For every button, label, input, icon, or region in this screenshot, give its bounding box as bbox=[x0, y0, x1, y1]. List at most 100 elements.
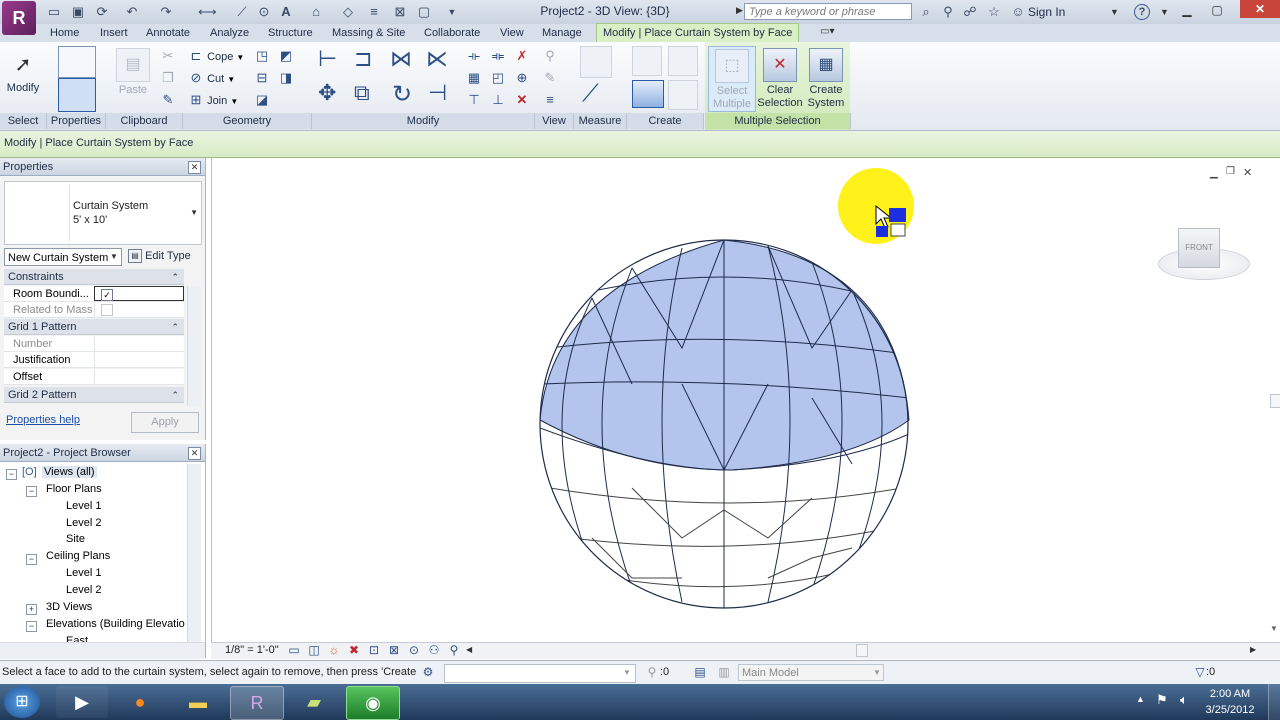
wall-joins-icon[interactable]: ◳ bbox=[254, 48, 270, 64]
tab-view[interactable]: View bbox=[494, 24, 530, 42]
viewport-restore-icon[interactable]: ❐ bbox=[1226, 166, 1235, 177]
tag-icon[interactable]: ⊙ bbox=[256, 4, 272, 20]
offset-icon[interactable]: ⊐ bbox=[354, 46, 372, 72]
sun-path-icon[interactable]: ☼ bbox=[326, 642, 342, 658]
explorer-folder-icon[interactable]: ▬ bbox=[172, 686, 224, 718]
copy-element-icon[interactable]: ⧉ bbox=[354, 80, 370, 106]
cut-geometry-button[interactable]: ⊘ Cut ▼ bbox=[188, 70, 236, 86]
properties-close-icon[interactable]: ✕ bbox=[188, 161, 201, 174]
offset-value[interactable] bbox=[94, 369, 185, 384]
signin-dropdown-icon[interactable]: ▼ bbox=[1110, 7, 1119, 17]
communication-icon[interactable]: ☍ bbox=[962, 4, 978, 20]
app-menu-button[interactable]: R bbox=[2, 1, 36, 35]
viewport-vscroll-thumb[interactable] bbox=[1270, 394, 1280, 408]
switch-windows-icon[interactable]: ▢ bbox=[416, 4, 432, 20]
measure-icon[interactable]: ⟷ bbox=[198, 4, 217, 20]
revit-taskbar-icon[interactable]: R bbox=[230, 686, 284, 720]
panel-label-view[interactable]: View bbox=[535, 113, 574, 129]
view-controls-scroll-right-icon[interactable]: ▶ bbox=[1250, 645, 1256, 654]
create-parts-icon[interactable] bbox=[668, 46, 698, 76]
aligned-dimension-icon[interactable]: ⟋ bbox=[582, 80, 599, 108]
create-group-icon[interactable] bbox=[632, 80, 664, 108]
user-icon[interactable]: ☺ bbox=[1010, 4, 1026, 20]
3dviews-expand-icon[interactable]: + bbox=[26, 604, 37, 615]
design-options-icon[interactable]: ▥ bbox=[716, 664, 732, 680]
view-scale[interactable]: 1/8" = 1'-0" bbox=[225, 644, 279, 656]
create-assembly-icon[interactable] bbox=[632, 46, 662, 76]
tree-item-east[interactable]: East bbox=[66, 635, 88, 642]
crop-view-icon[interactable]: ⊡ bbox=[366, 642, 382, 658]
panel-label-geometry[interactable]: Geometry bbox=[183, 113, 312, 129]
notes-icon[interactable]: ▰ bbox=[288, 686, 340, 718]
subscription-icon[interactable]: ⚲ bbox=[940, 4, 956, 20]
tab-annotate[interactable]: Annotate bbox=[140, 24, 196, 42]
close-icon[interactable]: ✕ bbox=[1240, 0, 1280, 18]
3d-view-icon[interactable]: ⌂ bbox=[308, 4, 324, 20]
tree-item-ceiling-level-2[interactable]: Level 2 bbox=[66, 584, 101, 596]
scale-icon[interactable]: ◰ bbox=[490, 70, 506, 86]
array-icon[interactable]: ▦ bbox=[466, 70, 482, 86]
panel-label-properties[interactable]: Properties bbox=[47, 113, 106, 129]
instance-filter-select[interactable]: New Curtain System bbox=[4, 248, 122, 266]
views-collapse-icon[interactable]: − bbox=[6, 469, 17, 480]
tab-analyze[interactable]: Analyze bbox=[204, 24, 255, 42]
help-dropdown-icon[interactable]: ▼ bbox=[1160, 7, 1169, 17]
mirror-draw-icon[interactable]: ⋉ bbox=[426, 46, 448, 72]
split-gap-icon[interactable]: ⟚ bbox=[490, 48, 506, 64]
close-hidden-icon[interactable]: ⊠ bbox=[392, 4, 408, 20]
thin-lines-icon[interactable]: ≡ bbox=[366, 4, 382, 20]
active-workset-select[interactable] bbox=[444, 664, 636, 683]
type-dropdown-icon[interactable]: ▼ bbox=[190, 208, 198, 217]
modify-button[interactable]: ➚ Modify bbox=[4, 48, 42, 95]
prop-row-number[interactable]: Number bbox=[4, 336, 184, 352]
split-face-icon[interactable]: ⊟ bbox=[254, 70, 270, 86]
section-icon[interactable]: ◇ bbox=[340, 4, 356, 20]
detail-level-icon[interactable]: ▭ bbox=[286, 642, 302, 658]
view-controls-scroll-left-icon[interactable]: ◀ bbox=[466, 645, 472, 654]
tree-item-views-all[interactable]: Views (all) bbox=[42, 466, 97, 478]
edit-type-button[interactable]: ▤ Edit Type bbox=[128, 249, 191, 263]
clock-date[interactable]: 3/25/2012 bbox=[1204, 704, 1256, 716]
paste-button[interactable]: ▤ Paste bbox=[114, 48, 152, 97]
worksets-icon[interactable]: ⚙ bbox=[420, 664, 436, 680]
help-icon[interactable]: ? bbox=[1134, 4, 1150, 20]
prop-row-room-bounding[interactable]: Room Boundi... ✓ bbox=[4, 286, 184, 302]
tab-massing-site[interactable]: Massing & Site bbox=[326, 24, 411, 42]
room-bounding-checkbox[interactable]: ✓ bbox=[101, 289, 113, 301]
linework-icon[interactable]: ≡ bbox=[542, 92, 558, 108]
panel-label-modify[interactable]: Modify bbox=[312, 113, 535, 129]
number-value[interactable] bbox=[94, 336, 185, 351]
pin-icon[interactable]: ⊕ bbox=[514, 70, 530, 86]
prop-row-justification[interactable]: Justification bbox=[4, 352, 184, 368]
room-bounding-value[interactable]: ✓ bbox=[94, 286, 184, 301]
select-multiple-button[interactable]: ⬚ Select Multiple bbox=[708, 46, 756, 112]
save-icon[interactable]: ▣ bbox=[70, 4, 86, 20]
properties-scrollbar[interactable] bbox=[187, 286, 201, 406]
3d-viewport[interactable]: ▁ ❐ ✕ FRONT ▼ bbox=[211, 158, 1280, 642]
rotate-icon[interactable]: ↻ bbox=[392, 80, 412, 109]
instance-dropdown-icon[interactable]: ▼ bbox=[110, 252, 118, 261]
dimension-icon[interactable]: ⟋ bbox=[234, 4, 250, 20]
design-option-select[interactable]: Main Model bbox=[738, 664, 884, 681]
maximize-icon[interactable]: ▢ bbox=[1206, 2, 1228, 18]
create-similar-icon[interactable] bbox=[668, 80, 698, 110]
measure-distance-icon[interactable] bbox=[580, 46, 612, 78]
favorites-star-icon[interactable]: ☆ bbox=[986, 4, 1002, 20]
panel-label-measure[interactable]: Measure bbox=[574, 113, 627, 129]
viewcube-front-face[interactable]: FRONT bbox=[1178, 228, 1220, 268]
trim-multiple-icon[interactable]: ⊥ bbox=[490, 92, 506, 108]
tree-item-floor-plans[interactable]: Floor Plans bbox=[46, 483, 102, 495]
tray-expand-icon[interactable]: ▲ bbox=[1136, 694, 1145, 704]
qat-dropdown-icon[interactable]: ▼ bbox=[444, 4, 460, 20]
camtasia-icon[interactable]: ◉ bbox=[346, 686, 400, 720]
hide-icon[interactable]: ⚲ bbox=[542, 48, 558, 64]
demolish-icon[interactable]: ◩ bbox=[278, 48, 294, 64]
match-type-icon[interactable]: ✎ bbox=[160, 92, 176, 108]
panel-label-multiple-selection[interactable]: Multiple Selection bbox=[705, 113, 851, 129]
sync-icon[interactable]: ⟳ bbox=[94, 4, 110, 20]
ribbon-minimize-icon[interactable]: ▭▾ bbox=[820, 26, 834, 37]
delete-icon[interactable]: ✕ bbox=[514, 92, 530, 108]
group-grid2-pattern[interactable]: Grid 2 Pattern ⌃ bbox=[4, 387, 184, 403]
volume-icon[interactable]: 🔈︎ bbox=[1180, 692, 1188, 708]
join-dropdown2-icon[interactable]: ◨ bbox=[278, 70, 294, 86]
